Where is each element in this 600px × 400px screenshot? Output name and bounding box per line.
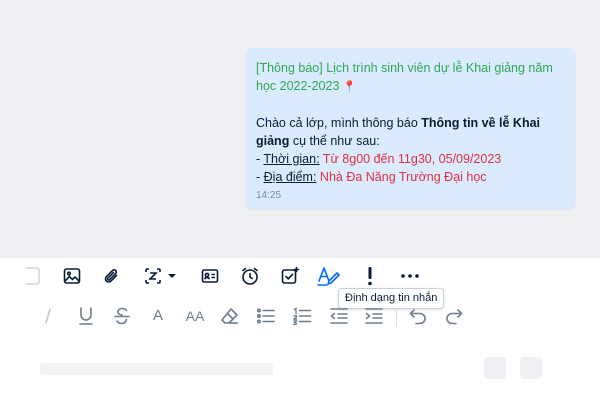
- caret-down-icon: [168, 274, 176, 278]
- message-bubble[interactable]: [Thông báo] Lịch trình sinh viên dự lễ K…: [246, 48, 575, 209]
- underline-icon: [79, 307, 93, 325]
- indent-icon: [365, 308, 383, 324]
- strikethrough-icon: [114, 307, 130, 325]
- message-place-line: - Địa điểm: Nhà Đa Năng Trường Đại học: [256, 168, 565, 186]
- strikethrough-button[interactable]: [110, 305, 134, 327]
- italic-button[interactable]: [36, 305, 60, 327]
- underline-button[interactable]: [74, 305, 98, 327]
- screenshot-icon: [145, 268, 161, 284]
- outdent-icon: [330, 308, 348, 324]
- outdent-button[interactable]: [327, 305, 351, 327]
- task-button[interactable]: [275, 262, 305, 290]
- place-dash: -: [256, 170, 264, 184]
- more-button[interactable]: [395, 262, 425, 290]
- urgent-button[interactable]: [355, 262, 385, 290]
- message-timestamp: 14:25: [256, 190, 282, 201]
- image-icon: [63, 268, 81, 284]
- chat-area: [Thông báo] Lịch trình sinh viên dự lễ K…: [0, 0, 600, 258]
- urgent-icon: [368, 267, 372, 286]
- text-format-icon: [317, 267, 340, 286]
- message-time-line: - Thời gian: Từ 8g00 đến 11g30, 05/09/20…: [256, 150, 565, 168]
- time-label: Thời gian:: [263, 152, 320, 166]
- pushpin-icon: 📍: [342, 81, 357, 93]
- message-greeting: Chào cả lớp, mình thông báo Thông tin về…: [256, 114, 565, 150]
- greeting-prefix: Chào cả lớp, mình thông báo: [256, 116, 422, 130]
- numbered-list-button[interactable]: [290, 305, 314, 327]
- format-divider: [396, 308, 397, 326]
- italic-icon: [45, 308, 51, 324]
- greeting-suffix: cụ thể như sau:: [289, 134, 380, 148]
- text-format-button[interactable]: [314, 262, 344, 290]
- composer-toolbar: [0, 258, 600, 294]
- attachment-icon: [104, 269, 118, 283]
- font-size-button[interactable]: A: [146, 305, 170, 327]
- undo-icon: [409, 309, 426, 325]
- format-toolbar: A AA: [0, 301, 600, 331]
- send-button[interactable]: [520, 357, 542, 379]
- place-value: Nhà Đa Năng Trường Đại học: [316, 170, 487, 184]
- time-value: Từ 8g00 đến 11g30, 05/09/2023: [319, 152, 502, 166]
- clear-format-button[interactable]: [218, 305, 242, 327]
- text-case-button[interactable]: AA: [182, 305, 208, 327]
- reminder-button[interactable]: [235, 262, 265, 290]
- contact-card-icon: [201, 269, 219, 283]
- bullet-list-button[interactable]: [254, 305, 278, 327]
- bullet-list-icon: [256, 308, 275, 324]
- contact-card-button[interactable]: [195, 262, 225, 290]
- indent-button[interactable]: [362, 305, 386, 327]
- redo-icon: [446, 309, 463, 325]
- message-input[interactable]: [40, 363, 273, 375]
- task-icon: [281, 266, 300, 284]
- numbered-list-icon: [293, 307, 312, 325]
- message-title: [Thông báo] Lịch trình sinh viên dự lễ K…: [256, 59, 565, 96]
- emoji-button[interactable]: [484, 357, 506, 379]
- more-icon: [401, 274, 419, 278]
- reminder-clock-icon: [242, 267, 258, 285]
- redo-button[interactable]: [442, 305, 466, 327]
- screenshot-dropdown[interactable]: [164, 262, 180, 290]
- place-label: Địa điểm:: [263, 170, 317, 184]
- image-button[interactable]: [57, 262, 87, 290]
- sticker-icon[interactable]: [26, 267, 40, 285]
- undo-button[interactable]: [406, 305, 430, 327]
- eraser-icon: [221, 308, 238, 324]
- message-title-text: [Thông báo] Lịch trình sinh viên dự lễ K…: [256, 61, 553, 93]
- attachment-button[interactable]: [97, 262, 127, 290]
